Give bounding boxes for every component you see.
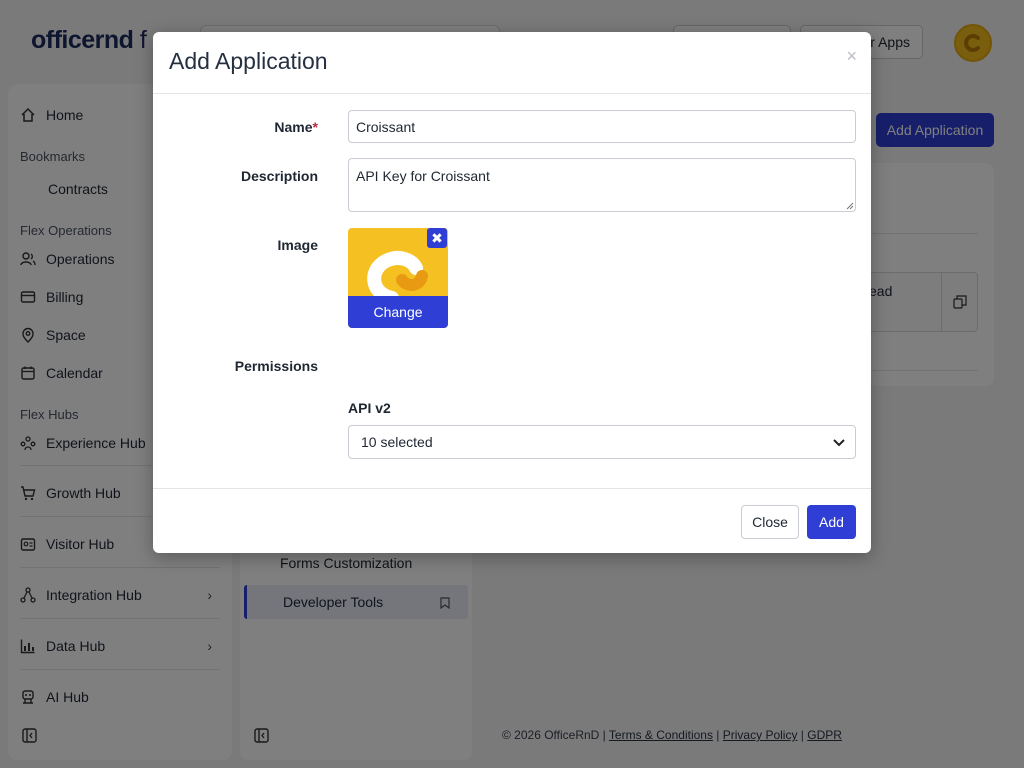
close-button[interactable]: Close	[741, 505, 799, 539]
add-button[interactable]: Add	[807, 505, 856, 539]
image-label: Image	[277, 237, 318, 253]
change-image-button[interactable]: Change	[348, 296, 448, 328]
modal-footer: Close Add	[153, 488, 871, 553]
description-label: Description	[240, 168, 318, 184]
name-input[interactable]	[348, 110, 856, 143]
modal-header: Add Application ×	[153, 32, 871, 94]
select-value: 10 selected	[361, 434, 433, 450]
required-asterisk: *	[312, 119, 318, 135]
add-application-modal: Add Application × Name* Description API …	[153, 32, 871, 553]
modal-title: Add Application	[169, 48, 328, 74]
chevron-down-icon	[833, 426, 845, 458]
name-label: Name*	[274, 119, 318, 135]
api-v2-label: API v2	[348, 400, 391, 416]
api-v2-permissions-select[interactable]: 10 selected	[348, 425, 856, 459]
description-textarea[interactable]: API Key for Croissant	[348, 158, 856, 212]
close-icon[interactable]: ×	[846, 46, 857, 66]
resize-handle-icon[interactable]	[846, 202, 854, 210]
permissions-label: Permissions	[234, 358, 318, 374]
remove-image-button[interactable]: ✖	[427, 228, 447, 248]
